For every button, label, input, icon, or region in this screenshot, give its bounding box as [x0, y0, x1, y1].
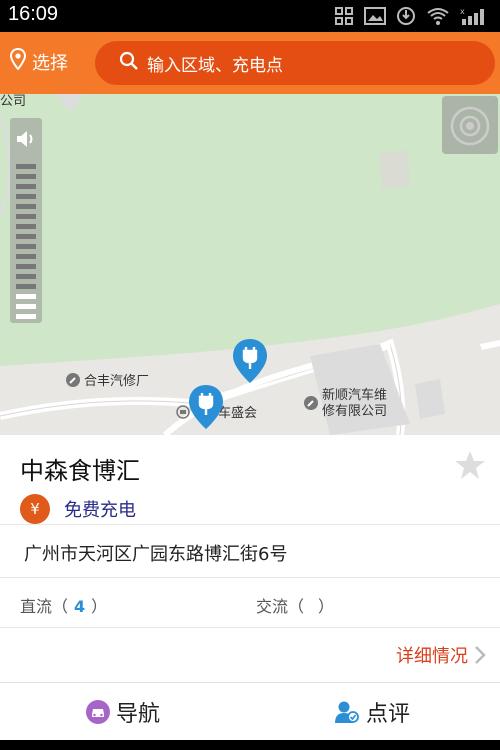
poi-heifeng[interactable]: 合丰汽修厂 — [66, 370, 149, 389]
volume-level-bar — [16, 204, 36, 209]
volume-level-bar — [16, 164, 36, 169]
dc-label: 直流（ — [20, 597, 69, 616]
speaker-icon — [15, 128, 37, 154]
charging-pin-icon — [189, 385, 223, 429]
volume-level-bar — [16, 234, 36, 239]
station-name: 中森食博汇 — [20, 457, 140, 485]
divider — [0, 524, 500, 525]
dc-count: 直流（ 4 ） — [20, 593, 107, 617]
image-icon — [364, 6, 386, 30]
star-icon — [455, 451, 485, 479]
locate-icon — [450, 106, 490, 146]
volume-level-bar — [16, 304, 36, 309]
charging-pin[interactable] — [232, 338, 268, 388]
station-info-panel: 中森食博汇 ¥ 免费充电 广州市天河区广园东路博汇街6号 直流（ 4） 交流（） … — [0, 435, 500, 682]
volume-level-bar — [16, 264, 36, 269]
dc-number: 4 — [74, 597, 86, 616]
navigate-label: 导航 — [116, 702, 161, 727]
map-label: 合丰汽修厂 — [84, 374, 150, 389]
app-icon — [334, 6, 354, 30]
bottom-action-bar: 导航 点评 — [0, 682, 500, 740]
status-icons: x — [334, 6, 490, 30]
wifi-icon — [426, 6, 450, 30]
charging-pin[interactable] — [188, 384, 224, 434]
locate-me-button[interactable] — [442, 96, 498, 154]
volume-level-bar — [16, 214, 36, 219]
header-bar: 选择 输入区域、充电点 — [0, 32, 500, 94]
system-bottom-edge — [0, 740, 500, 750]
ac-close: ） — [318, 597, 335, 616]
car-icon — [86, 700, 110, 724]
details-label: 详细情况 — [396, 646, 468, 667]
ac-label: 交流（ — [256, 597, 305, 616]
volume-level-bar — [16, 294, 36, 299]
select-label: 选择 — [32, 52, 68, 74]
ac-count: 交流（ ） — [256, 593, 334, 617]
fee-text: 免费充电 — [64, 500, 136, 521]
wrench-icon — [66, 372, 80, 387]
station-address: 广州市天河区广园东路博汇街6号 — [24, 544, 288, 565]
review-button[interactable]: 点评 — [334, 683, 410, 741]
poi-xinshun[interactable]: 新顺汽车维 修有限公司 — [304, 388, 387, 420]
chevron-right-icon — [475, 646, 486, 664]
volume-level-bar — [16, 254, 36, 259]
volume-level-bar — [16, 244, 36, 249]
select-region-button[interactable]: 选择 — [9, 47, 68, 75]
user-review-icon — [335, 701, 359, 723]
charging-pin-icon — [233, 339, 267, 383]
sync-icon — [396, 6, 416, 30]
status-bar: 16:09 x — [0, 0, 500, 32]
wrench-icon — [304, 396, 318, 410]
fee-row: ¥ 免费充电 — [20, 494, 136, 524]
map-label: 新顺汽车维 — [322, 388, 388, 403]
svg-text:x: x — [460, 7, 465, 16]
divider — [0, 577, 500, 578]
volume-level-bar — [16, 314, 36, 319]
details-link[interactable]: 详细情况 — [396, 642, 488, 668]
search-icon — [119, 51, 147, 76]
volume-level-bar — [16, 174, 36, 179]
signal-icon: x — [460, 6, 490, 30]
map-view[interactable]: 公司 合丰汽修厂 车盛会 新顺汽车维 修有限公司 — [0, 94, 500, 435]
favorite-button[interactable] — [454, 449, 486, 485]
volume-level-bar — [16, 194, 36, 199]
map-label: 公司 — [0, 94, 27, 109]
volume-level-bar — [16, 274, 36, 279]
dc-close: ） — [91, 597, 108, 616]
map-label: 修有限公司 — [322, 404, 388, 419]
navigate-button[interactable]: 导航 — [86, 683, 160, 741]
status-time: 16:09 — [8, 3, 59, 25]
search-input[interactable]: 输入区域、充电点 — [95, 41, 495, 85]
volume-level-bar — [16, 224, 36, 229]
search-placeholder: 输入区域、充电点 — [147, 55, 283, 76]
volume-level-bar — [16, 284, 36, 289]
yuan-icon: ¥ — [20, 494, 50, 524]
volume-overlay[interactable] — [10, 118, 42, 323]
review-label: 点评 — [366, 702, 411, 727]
divider — [0, 627, 500, 628]
volume-level-bar — [16, 184, 36, 189]
location-pin-icon — [9, 47, 32, 75]
